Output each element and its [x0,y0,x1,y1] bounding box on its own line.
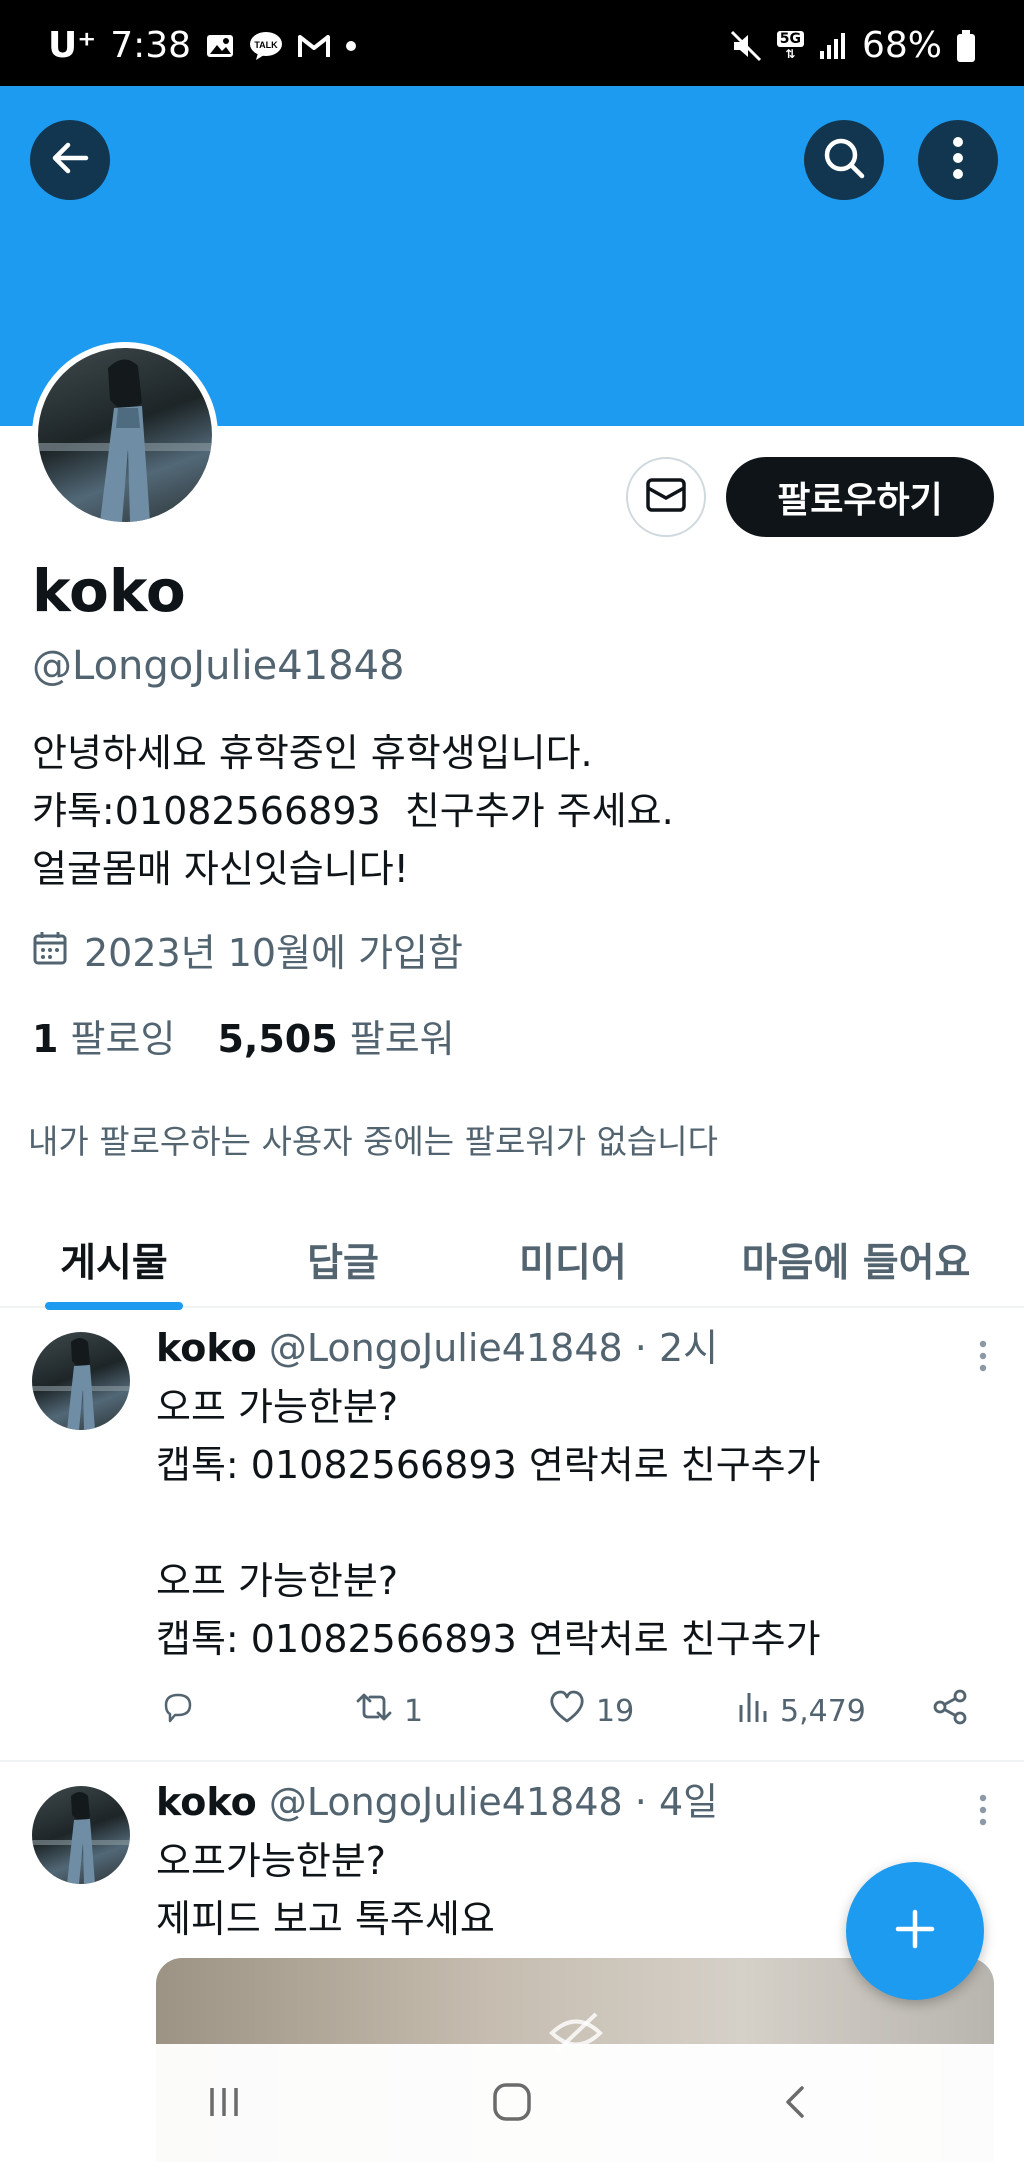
post-time: · 2시 [634,1326,719,1370]
tab-likes[interactable]: 마음에 들어요 [688,1212,1024,1308]
bio-line: 안녕하세요 휴학중인 휴학생입니다. [32,731,593,775]
back-nav-button[interactable] [766,2074,826,2134]
profile-avatar[interactable] [32,342,218,528]
gallery-icon [205,31,235,61]
following-label: 팔로잉 [70,1017,176,1061]
post-text: 오프가능한분? 제피드 보고 톡주세요 [156,1832,495,1948]
tab-label: 마음에 들어요 [741,1241,971,1286]
post-line: 오프 가능한분? [156,1559,399,1603]
system-nav-bar [0,2044,1024,2162]
home-button[interactable] [482,2074,542,2134]
post-line: 제피드 보고 톡주세요 [156,1897,495,1941]
battery-icon [956,29,976,63]
compose-button[interactable] [846,1862,984,2000]
message-button[interactable] [626,457,706,537]
post-more-icon[interactable] [978,1794,988,1826]
post-avatar[interactable] [32,1786,130,1884]
views-button[interactable]: 5,479 [736,1689,866,1733]
following-link[interactable]: 1 팔로잉 [32,1014,175,1064]
post-line: 캡톡: 01082566893 연락처로 친구추가 [156,1617,821,1661]
avatar-photo [38,348,212,522]
tab-label: 답글 [307,1241,379,1286]
post-avatar[interactable] [32,1332,130,1430]
post-header: koko @LongoJulie41848 · 2시 [156,1324,718,1372]
tab-media[interactable]: 미디어 [458,1212,688,1308]
post-line: 오프가능한분? [156,1839,386,1883]
clock: 7:38 [110,25,192,66]
post-time: · 4일 [634,1780,719,1824]
search-button[interactable] [804,120,884,200]
followers-count: 5,505 [217,1017,338,1061]
post-author-handle: @LongoJulie41848 [268,1780,623,1824]
following-count: 1 [32,1017,59,1061]
retweet-count: 1 [404,1693,424,1729]
status-bar: U⁺ 7:38 TALK 5G ⇅ 68% [0,0,1024,86]
talk-icon: TALK [249,31,283,61]
profile-bio: 안녕하세요 휴학중인 휴학생입니다. 캬톡:01082566893 친구추가 주… [32,724,674,898]
profile-handle: @LongoJulie41848 [32,643,405,689]
search-icon [821,135,867,185]
more-vertical-icon [952,136,964,184]
back-icon [776,2082,816,2126]
mutual-followers-text: 내가 팔로우하는 사용자 중에는 팔로워가 없습니다 [28,1122,719,1161]
svg-text:TALK: TALK [254,40,278,50]
follow-button[interactable]: 팔로우하기 [726,457,994,537]
post-author-name[interactable]: koko [156,1780,257,1824]
battery-level: 68% [861,25,942,66]
network-5g-icon: 5G ⇅ [776,31,804,61]
mute-icon [729,29,763,63]
retweet-icon [352,1687,396,1735]
post[interactable]: koko @LongoJulie41848 · 2시 오프 가능한분? 캡톡: … [0,1310,1024,1760]
followers-label: 팔로워 [349,1017,455,1061]
post-header: koko @LongoJulie41848 · 4일 [156,1778,718,1826]
views-icon [736,1689,772,1733]
post-author-handle: @LongoJulie41848 [268,1326,623,1370]
reply-button[interactable] [158,1687,206,1735]
active-tab-indicator [45,1302,183,1310]
tab-label: 미디어 [519,1241,627,1286]
views-count: 5,479 [780,1693,866,1729]
share-icon [930,1687,970,1735]
bio-line: 얼굴몸매 자신잇습니다! [32,847,409,891]
post-more-icon[interactable] [978,1340,988,1372]
more-button[interactable] [918,120,998,200]
joined-text: 2023년 10월에 가입함 [84,931,463,975]
post-line: 오프 가능한분? [156,1385,399,1429]
calendar-icon [32,928,68,978]
follow-stats: 1 팔로잉 5,505 팔로워 [32,1014,455,1064]
heart-icon [546,1687,588,1735]
profile-name: koko [32,557,186,625]
mail-icon [645,477,687,517]
recents-icon [204,2082,244,2126]
post-author-name[interactable]: koko [156,1326,257,1370]
plus-icon [892,1906,938,1956]
tab-posts[interactable]: 게시물 [0,1212,228,1310]
tab-label: 게시물 [60,1241,168,1286]
post-actions: 1 19 5,479 [156,1686,986,1736]
bio-line: 캬톡:01082566893 친구추가 주세요. [32,789,674,833]
joined-date: 2023년 10월에 가입함 [32,928,463,978]
like-count: 19 [596,1693,635,1729]
post-line [156,1494,821,1552]
recents-button[interactable] [194,2074,254,2134]
back-button[interactable] [30,120,110,200]
home-icon [490,2080,534,2128]
carrier-label: U⁺ [48,25,97,66]
share-button[interactable] [930,1687,970,1735]
dot-icon [345,40,357,52]
reply-icon [158,1687,198,1735]
signal-icon [818,31,848,61]
profile-tabs: 게시물 답글 미디어 마음에 들어요 [0,1212,1024,1310]
retweet-button[interactable]: 1 [352,1687,423,1735]
gmail-icon [297,32,331,60]
tab-replies[interactable]: 답글 [228,1212,458,1308]
post-line: 캡톡: 01082566893 연락처로 친구추가 [156,1443,821,1487]
network-label: 5G [776,31,804,47]
like-button[interactable]: 19 [546,1687,634,1735]
followers-link[interactable]: 5,505 팔로워 [217,1014,454,1064]
post-text: 오프 가능한분? 캡톡: 01082566893 연락처로 친구추가 오프 가능… [156,1378,821,1668]
arrow-left-icon [48,136,92,184]
